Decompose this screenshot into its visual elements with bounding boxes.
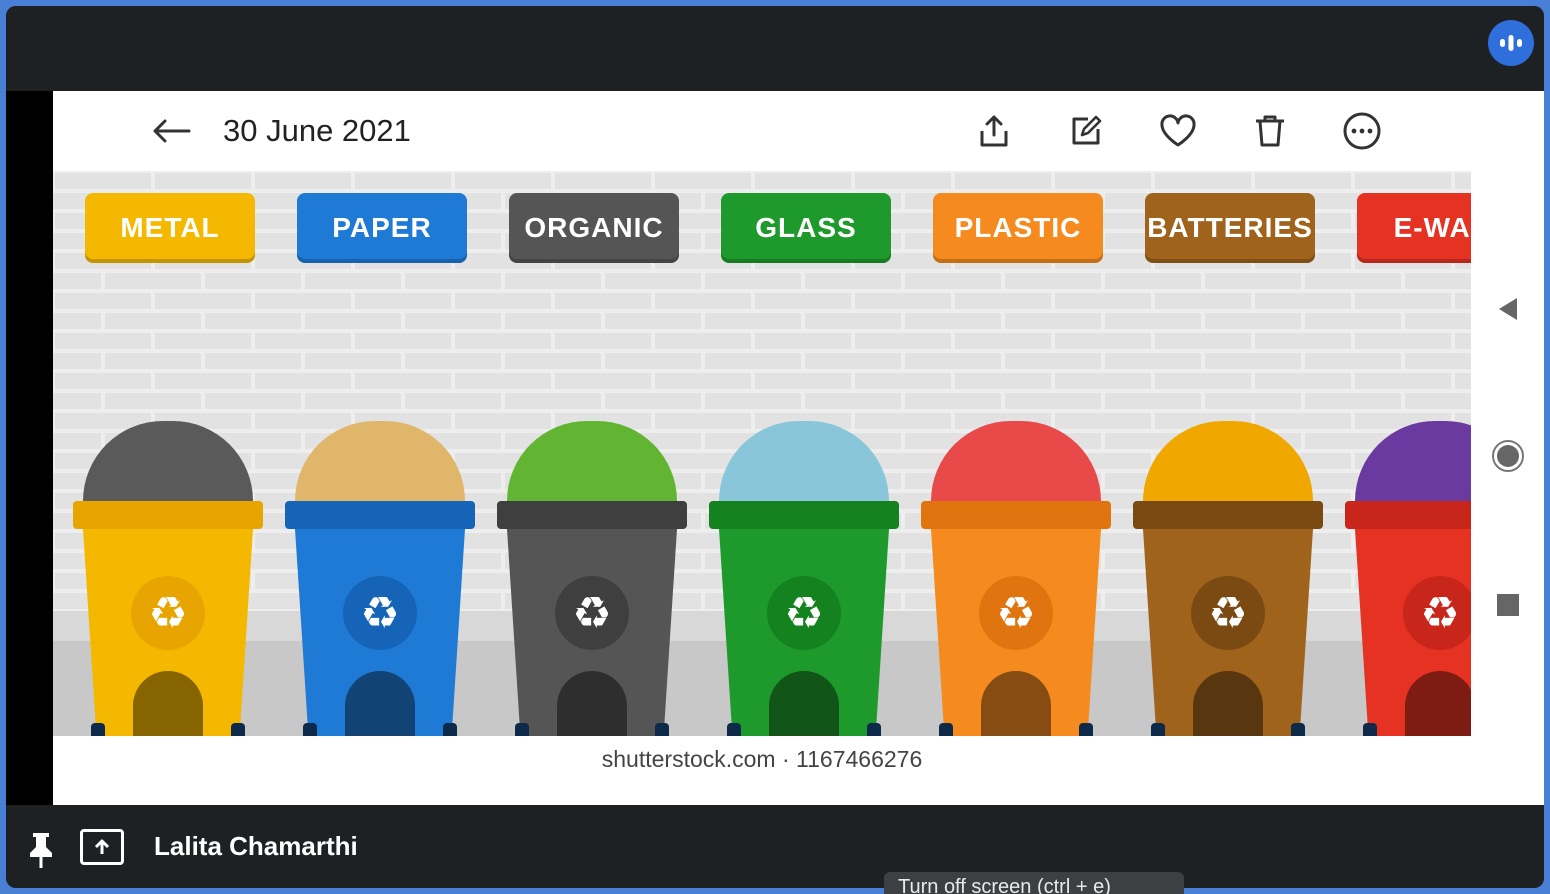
shared-screen: 30 June 2021 METAL PAPER ORGANIC GLASS P… bbox=[53, 91, 1471, 805]
bin-sign-e-was: E-WAS bbox=[1357, 193, 1471, 263]
presenting-screen-icon bbox=[80, 829, 124, 865]
share-icon[interactable] bbox=[972, 109, 1016, 153]
recycle-icon: ♻ bbox=[131, 576, 205, 650]
photo-date-title: 30 June 2021 bbox=[223, 113, 411, 148]
nav-back-triangle-icon[interactable] bbox=[1471, 296, 1544, 322]
tile-header bbox=[6, 6, 1544, 91]
presenter-name: Lalita Chamarthi bbox=[154, 831, 358, 861]
image-watermark-caption: shutterstock.com · 1167466276 bbox=[601, 746, 923, 772]
bin-sign-organic: ORGANIC bbox=[509, 193, 679, 263]
bin-sign-metal: METAL bbox=[85, 193, 255, 263]
delete-trash-icon[interactable] bbox=[1248, 109, 1292, 153]
meeting-tile: 30 June 2021 METAL PAPER ORGANIC GLASS P… bbox=[6, 6, 1544, 888]
photo-app-bar: 30 June 2021 bbox=[53, 91, 1471, 171]
recycling-bins-image: METAL PAPER ORGANIC GLASS PLASTIC BATTERIES E-… bbox=[53, 171, 1471, 736]
favorite-heart-icon[interactable] bbox=[1156, 109, 1200, 153]
bin-sign-plastic: PLASTIC bbox=[933, 193, 1103, 263]
recycle-icon: ♻ bbox=[343, 576, 417, 650]
edit-icon[interactable] bbox=[1064, 109, 1108, 153]
recycle-icon: ♻ bbox=[555, 576, 629, 650]
participant-footer: Lalita Chamarthi bbox=[6, 805, 1544, 888]
more-options-icon[interactable] bbox=[1340, 109, 1384, 153]
recycle-icon: ♻ bbox=[1191, 576, 1265, 650]
bin-sign-glass: GLASS bbox=[721, 193, 891, 263]
bin-sign-paper: PAPER bbox=[297, 193, 467, 263]
left-letterbox bbox=[6, 91, 53, 805]
pin-icon[interactable] bbox=[26, 831, 56, 874]
bin-sign-batteries: BATTERIES bbox=[1145, 193, 1315, 263]
nav-recents-square-icon[interactable] bbox=[1471, 593, 1544, 617]
recycle-icon: ♻ bbox=[1403, 576, 1471, 650]
android-nav-bar bbox=[1471, 91, 1544, 805]
recycle-icon: ♻ bbox=[767, 576, 841, 650]
back-arrow-icon[interactable] bbox=[149, 111, 193, 151]
recycle-icon: ♻ bbox=[979, 576, 1053, 650]
audio-indicator-icon bbox=[1488, 20, 1534, 66]
nav-home-circle-icon[interactable] bbox=[1471, 439, 1544, 473]
screen-toggle-tooltip: Turn off screen (ctrl + e) bbox=[884, 872, 1184, 894]
